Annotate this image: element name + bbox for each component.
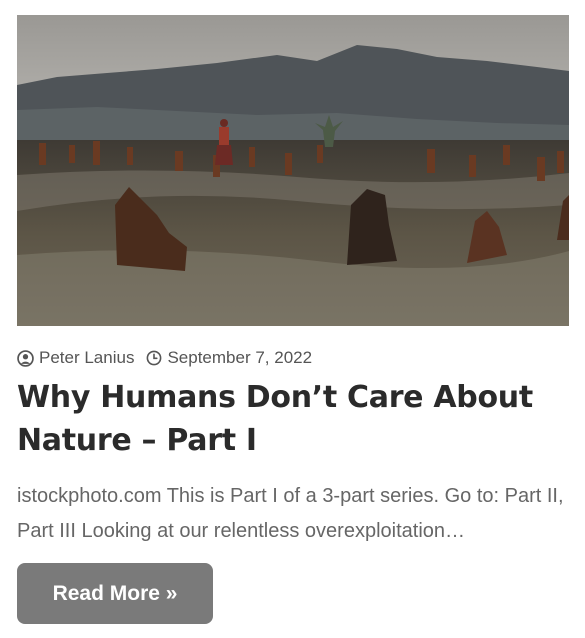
post-excerpt: istockphoto.com This is Part I of a 3-pa…	[17, 485, 564, 542]
read-more-button[interactable]: Read More »	[17, 563, 213, 624]
featured-image-picture	[17, 15, 569, 326]
user-circle-icon	[17, 349, 34, 367]
date-text: September 7, 2022	[167, 348, 313, 367]
read-more-label: Read More »	[52, 581, 178, 605]
featured-image[interactable]	[17, 15, 569, 326]
clock-icon	[146, 350, 162, 366]
author-name: Peter Lanius	[39, 348, 135, 367]
post-title[interactable]: Why Humans Don’t Care About Nature – Par…	[17, 376, 557, 462]
post-meta: Peter Lanius September 7, 2022	[17, 346, 312, 370]
post-author[interactable]: Peter Lanius	[17, 348, 134, 368]
post-date[interactable]: September 7, 2022	[146, 348, 312, 368]
blog-post-card: Peter Lanius September 7, 2022 Why Human…	[0, 0, 585, 638]
